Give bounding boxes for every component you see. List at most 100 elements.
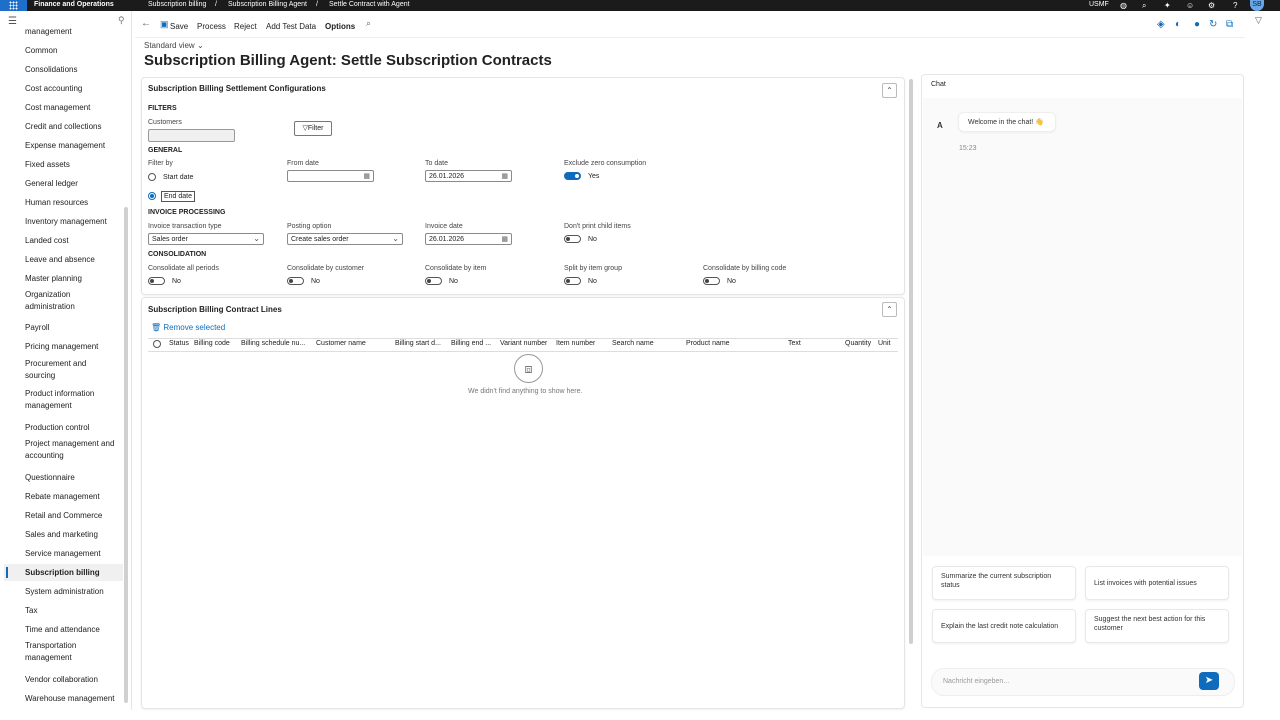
sidebar-item[interactable]: Procurement and sourcing (25, 358, 117, 382)
to-date-field[interactable]: 26.01.2026 ▦ (425, 170, 512, 182)
invoice-date-field[interactable]: 26.01.2026 ▦ (425, 233, 512, 245)
suggestion-button[interactable]: Suggest the next best action for this cu… (1085, 609, 1229, 643)
sidebar-item[interactable]: Organization administration (25, 289, 117, 313)
invoice-type-select[interactable]: Sales order ⌄ (148, 233, 264, 245)
radio-start-date[interactable] (148, 173, 156, 181)
refresh-icon[interactable]: ↻ (1209, 19, 1217, 30)
from-date-field[interactable]: ▦ (287, 170, 374, 182)
sidebar-item[interactable]: Cost management (25, 102, 120, 114)
remove-selected-button[interactable]: 🗑 Remove selected (151, 323, 225, 332)
sidebar-item[interactable]: Credit and collections (25, 121, 120, 133)
diamond-icon[interactable]: ◈ (1157, 19, 1165, 30)
filter-icon[interactable]: ▽ (1255, 15, 1262, 26)
sidebar-item[interactable]: management (25, 26, 120, 38)
sidebar-item[interactable]: Production control (25, 422, 120, 434)
collapse-button[interactable]: ⌃ (882, 302, 897, 317)
sidebar-item[interactable]: Master planning (25, 273, 120, 285)
column-header[interactable]: Billing code (194, 340, 230, 347)
posting-option-select[interactable]: Create sales order ⌄ (287, 233, 403, 245)
calendar-icon[interactable]: ▦ (501, 171, 508, 183)
pin-icon[interactable]: ⚲ (118, 15, 125, 26)
column-header[interactable]: Variant number (500, 340, 547, 347)
sidebar-scrollbar[interactable] (124, 207, 128, 703)
sidebar-item[interactable]: General ledger (25, 178, 120, 190)
search-icon[interactable]: ⌕ (1142, 0, 1146, 11)
hamburger-icon[interactable]: ☰ (8, 16, 17, 27)
company-picker[interactable]: USMF (1089, 0, 1109, 10)
column-header[interactable]: Status (169, 340, 189, 347)
chat-icon[interactable]: ◍ (1120, 0, 1127, 11)
column-header[interactable]: Product name (686, 340, 730, 347)
sidebar-item[interactable]: Retail and Commerce (25, 510, 120, 522)
sidebar-item[interactable]: Pricing management (25, 341, 120, 353)
column-header[interactable]: Customer name (316, 340, 366, 347)
calendar-icon[interactable]: ▦ (501, 234, 508, 246)
consolidate-all-toggle[interactable] (148, 277, 165, 285)
sidebar-item[interactable]: Cost accounting (25, 83, 120, 95)
sidebar-item[interactable]: Payroll (25, 322, 120, 334)
sidebar-item[interactable]: Warehouse management (25, 693, 120, 705)
sidebar-item[interactable]: Human resources (25, 197, 120, 209)
sidebar-item[interactable]: System administration (25, 586, 120, 598)
back-arrow-icon[interactable]: ← (141, 18, 151, 29)
column-header[interactable]: Billing end ... (451, 340, 491, 347)
attachment-icon[interactable]: ● (1194, 19, 1200, 30)
app-launcher-button[interactable] (0, 0, 27, 11)
column-header[interactable]: Item number (556, 340, 595, 347)
help-icon[interactable]: ? (1233, 0, 1237, 11)
sidebar-item[interactable]: Inventory management (25, 216, 120, 228)
reject-button[interactable]: Reject (234, 22, 257, 31)
column-header[interactable]: Quantity (845, 340, 871, 347)
breadcrumb-item[interactable]: Settle Contract with Agent (329, 0, 410, 10)
breadcrumb-item[interactable]: Subscription Billing Agent (228, 0, 307, 10)
sidebar-item[interactable]: Questionnaire (25, 472, 120, 484)
sidebar-item[interactable]: Project management and accounting (25, 438, 117, 462)
consolidate-billing-code-toggle[interactable] (703, 277, 720, 285)
process-button[interactable]: Process (197, 22, 226, 31)
chat-input[interactable]: Nachricht eingeben... (931, 668, 1235, 696)
save-button[interactable]: Save (170, 22, 188, 31)
sidebar-item[interactable]: Transportation management (25, 640, 117, 664)
exclude-zero-toggle[interactable] (564, 172, 581, 180)
column-header[interactable]: Billing start d... (395, 340, 441, 347)
sidebar-item[interactable]: Tax (25, 605, 120, 617)
options-tab[interactable]: Options (325, 22, 355, 31)
sidebar-item[interactable]: Common (25, 45, 120, 57)
gear-icon[interactable]: ⚙ (1208, 0, 1215, 11)
consolidate-customer-toggle[interactable] (287, 277, 304, 285)
suggestion-button[interactable]: Explain the last credit note calculation (932, 609, 1076, 643)
splitter-scrollbar[interactable] (909, 79, 913, 644)
office-icon[interactable]: ◐ (1175, 19, 1181, 30)
add-test-data-button[interactable]: Add Test Data (266, 22, 316, 31)
select-all-checkbox[interactable] (153, 340, 161, 348)
dont-print-toggle[interactable] (564, 235, 581, 243)
radio-end-date[interactable] (148, 192, 156, 200)
collapse-button[interactable]: ⌃ (882, 83, 897, 98)
sidebar-item[interactable]: Time and attendance (25, 624, 120, 636)
split-item-group-toggle[interactable] (564, 277, 581, 285)
sidebar-item[interactable]: Subscription billing (25, 567, 120, 579)
column-header[interactable]: Unit (878, 340, 890, 347)
sidebar-item[interactable]: Vendor collaboration (25, 674, 120, 686)
sidebar-item[interactable]: Leave and absence (25, 254, 120, 266)
suggestion-button[interactable]: List invoices with potential issues (1085, 566, 1229, 600)
app-name[interactable]: Finance and Operations (34, 0, 114, 10)
sidebar-item[interactable]: Fixed assets (25, 159, 120, 171)
sidebar-item[interactable]: Sales and marketing (25, 529, 120, 541)
open-new-window-icon[interactable]: ⧉ (1226, 19, 1233, 30)
column-header[interactable]: Text (788, 340, 801, 347)
sidebar-item[interactable]: Expense management (25, 140, 120, 152)
column-header[interactable]: Search name (612, 340, 654, 347)
sidebar-item[interactable]: Product information management (25, 388, 117, 412)
customers-field[interactable] (148, 129, 235, 142)
column-header[interactable]: Billing schedule nu... (241, 340, 305, 347)
filter-button[interactable]: ▽Filter (294, 121, 332, 136)
suggestion-button[interactable]: Summarize the current subscription statu… (932, 566, 1076, 600)
sidebar-item[interactable]: Service management (25, 548, 120, 560)
lightbulb-icon[interactable]: ✦ (1164, 0, 1171, 11)
breadcrumb-item[interactable]: Subscription billing (148, 0, 206, 10)
send-button[interactable]: ➤ (1199, 672, 1219, 690)
sidebar-item[interactable]: Consolidations (25, 64, 120, 76)
sidebar-item[interactable]: Landed cost (25, 235, 120, 247)
avatar[interactable]: SB (1250, 0, 1264, 11)
